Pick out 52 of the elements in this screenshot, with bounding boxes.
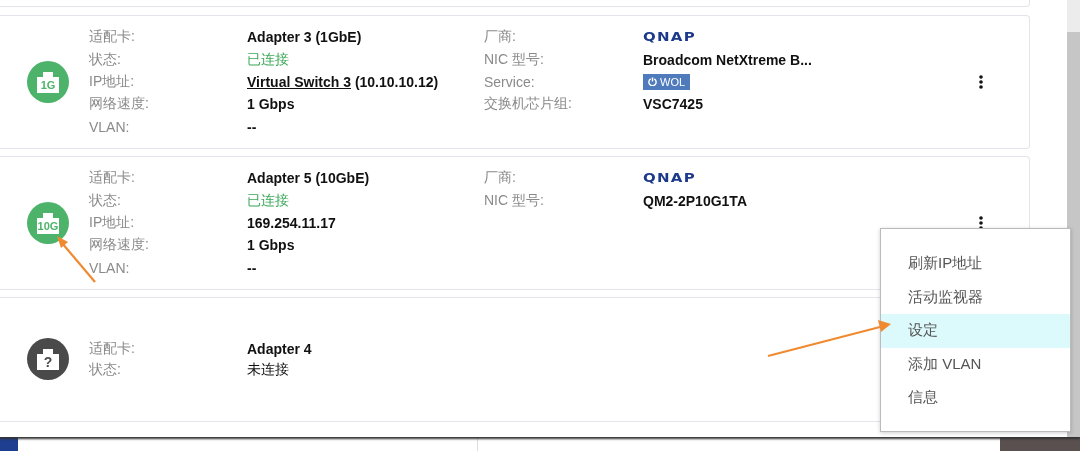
field-value: Adapter 3 (1GbE) bbox=[247, 29, 363, 46]
ethernet-port-icon bbox=[35, 69, 61, 94]
virtual-switch-link[interactable]: Virtual Switch 3 bbox=[247, 73, 351, 90]
field-label: NIC 型号: bbox=[484, 191, 545, 210]
menu-item[interactable]: 设定 bbox=[881, 314, 1070, 348]
field-label: 厂商: bbox=[484, 169, 517, 188]
field-label: 网络速度: bbox=[89, 236, 150, 255]
ethernet-port-icon bbox=[35, 347, 61, 372]
field-label: NIC 型号: bbox=[484, 50, 545, 69]
field-value: QM2-2P10G1TA bbox=[643, 192, 747, 209]
field-value: Broadcom NetXtreme B... bbox=[643, 51, 812, 68]
status-value: 已连接 bbox=[247, 50, 290, 69]
field-label: 状态: bbox=[89, 50, 122, 69]
menu-item[interactable]: 活动监视器 bbox=[881, 280, 1070, 314]
status-value: 未连接 bbox=[247, 360, 290, 379]
field-label: VLAN: bbox=[89, 118, 131, 135]
port-speed-label: 10G bbox=[37, 219, 59, 232]
ethernet-port-icon bbox=[35, 210, 61, 235]
field-value: Adapter 5 (10GbE) bbox=[247, 170, 371, 187]
field-label: 交换机芯片组: bbox=[484, 95, 573, 114]
field-label: 状态: bbox=[89, 191, 122, 210]
ip-address-value: Virtual Switch 3 (10.10.10.12) bbox=[247, 73, 440, 90]
field-label: IP地址: bbox=[89, 213, 136, 232]
port-speed-label: 1G bbox=[40, 78, 56, 91]
menu-item[interactable]: 添加 VLAN bbox=[881, 347, 1070, 381]
field-label: 状态: bbox=[89, 360, 122, 379]
field-label: Service: bbox=[484, 73, 536, 90]
vendor-logo: QNAP bbox=[643, 171, 696, 186]
field-label: 适配卡: bbox=[89, 28, 136, 47]
field-value: VSC7425 bbox=[643, 96, 703, 113]
field-label: IP地址: bbox=[89, 72, 136, 91]
field-value: 1 Gbps bbox=[247, 96, 296, 113]
menu-item[interactable]: 刷新IP地址 bbox=[881, 247, 1070, 281]
menu-item[interactable]: 信息 bbox=[881, 381, 1070, 415]
field-label: 厂商: bbox=[484, 28, 517, 47]
kebab-icon bbox=[979, 215, 983, 230]
field-label: 适配卡: bbox=[89, 169, 136, 188]
field-value: -- bbox=[247, 259, 258, 276]
wol-label: WOL bbox=[660, 75, 686, 88]
field-value: Adapter 4 bbox=[247, 341, 313, 358]
field-value: -- bbox=[247, 118, 258, 135]
kebab-icon bbox=[979, 74, 983, 89]
field-label: VLAN: bbox=[89, 259, 131, 276]
sidebar-edge bbox=[0, 437, 18, 451]
field-label: 网络速度: bbox=[89, 95, 150, 114]
power-icon bbox=[648, 77, 657, 87]
status-value: 已连接 bbox=[247, 191, 290, 210]
field-label: 适配卡: bbox=[89, 340, 136, 359]
field-value: 1 Gbps bbox=[247, 237, 296, 254]
vendor-logo: QNAP bbox=[643, 30, 696, 45]
field-value: 169.254.11.17 bbox=[247, 214, 337, 231]
port-speed-label: ? bbox=[43, 354, 53, 371]
